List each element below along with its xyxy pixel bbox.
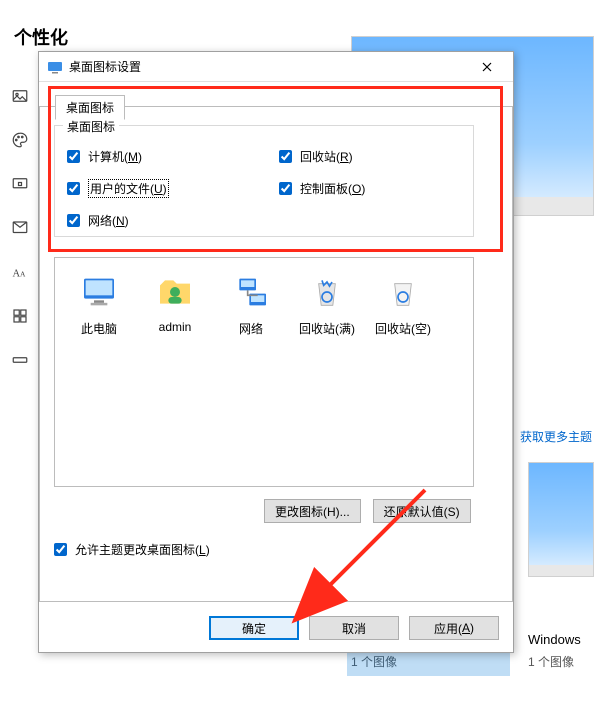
- sidebar-themes-icon[interactable]: [0, 206, 40, 250]
- apply-button[interactable]: 应用(A): [409, 616, 499, 640]
- restore-default-button[interactable]: 还原默认值(S): [373, 499, 471, 523]
- dialog-footer-buttons: 确定 取消 应用(A): [209, 616, 499, 640]
- dialog-title: 桌面图标设置: [69, 58, 467, 75]
- icon-item-thispc[interactable]: 此电脑: [63, 270, 135, 337]
- theme-card-2-title: Windows: [528, 632, 581, 647]
- desktop-icon-settings-dialog: 桌面图标设置 桌面图标 桌面图标 计算机(M) 回收站(R): [38, 51, 514, 653]
- groupbox-title: 桌面图标: [63, 118, 119, 135]
- icon-item-recyclebin-full[interactable]: 回收站(满): [291, 270, 363, 337]
- settings-sidebar: AA: [0, 74, 40, 382]
- settings-header: 个性化: [14, 24, 68, 50]
- sidebar-lockscreen-icon[interactable]: [0, 162, 40, 206]
- sidebar-colors-icon[interactable]: [0, 118, 40, 162]
- checkbox-computer[interactable]: 计算机(M): [67, 144, 249, 168]
- checkbox-userfiles-input[interactable]: [67, 182, 80, 195]
- sidebar-fonts-icon[interactable]: AA: [0, 250, 40, 294]
- userfolder-icon: [153, 270, 197, 314]
- network-icon: [229, 270, 273, 314]
- icon-item-recyclebin-empty[interactable]: 回收站(空): [367, 270, 439, 337]
- checkbox-controlpanel[interactable]: 控制面板(O): [279, 176, 461, 200]
- theme-card-2[interactable]: [528, 462, 594, 577]
- icon-label: 网络: [215, 320, 287, 337]
- icon-item-userfolder[interactable]: admin: [139, 270, 211, 334]
- checkbox-recyclebin[interactable]: 回收站(R): [279, 144, 461, 168]
- checkbox-network[interactable]: 网络(N): [67, 208, 249, 232]
- checkbox-controlpanel-input[interactable]: [279, 182, 292, 195]
- cancel-button[interactable]: 取消: [309, 616, 399, 640]
- icon-label: admin: [139, 320, 211, 334]
- theme-card-2-sub: 1 个图像: [528, 653, 574, 670]
- svg-text:A: A: [20, 270, 26, 279]
- checkbox-allow-themes-input[interactable]: [54, 543, 67, 556]
- recyclebin-empty-icon: [381, 270, 425, 314]
- ok-button[interactable]: 确定: [209, 616, 299, 640]
- checkbox-allow-themes[interactable]: 允许主题更改桌面图标(L): [54, 537, 210, 561]
- icon-label: 回收站(空): [367, 320, 439, 337]
- recyclebin-full-icon: [305, 270, 349, 314]
- sidebar-taskbar-icon[interactable]: [0, 338, 40, 382]
- checkbox-userfiles[interactable]: 用户的文件(U): [67, 176, 249, 200]
- close-button[interactable]: [467, 53, 507, 81]
- checkbox-userfiles-label: 用户的文件(U): [88, 179, 169, 198]
- icon-label: 此电脑: [63, 320, 135, 337]
- desktop-icons-groupbox: 桌面图标 计算机(M) 回收站(R) 用户的文件(U): [54, 125, 474, 237]
- sidebar-start-icon[interactable]: [0, 294, 40, 338]
- icon-item-network[interactable]: 网络: [215, 270, 287, 337]
- checkbox-recyclebin-input[interactable]: [279, 150, 292, 163]
- dialog-body: 桌面图标 桌面图标 计算机(M) 回收站(R) 用户的文: [39, 82, 513, 652]
- icon-preview-list[interactable]: 此电脑 admin 网络: [54, 257, 474, 487]
- sidebar-background-icon[interactable]: [0, 74, 40, 118]
- dialog-titlebar: 桌面图标设置: [39, 52, 513, 82]
- checkbox-computer-input[interactable]: [67, 150, 80, 163]
- tab-panel: 桌面图标 计算机(M) 回收站(R) 用户的文件(U): [39, 106, 513, 602]
- checkbox-network-input[interactable]: [67, 214, 80, 227]
- dialog-sysicon: [47, 59, 63, 75]
- tab-desktop-icons[interactable]: 桌面图标: [55, 95, 125, 120]
- thispc-icon: [77, 270, 121, 314]
- change-icon-button[interactable]: 更改图标(H)...: [264, 499, 361, 523]
- icon-label: 回收站(满): [291, 320, 363, 337]
- get-more-themes-link[interactable]: 获取更多主题: [520, 428, 592, 445]
